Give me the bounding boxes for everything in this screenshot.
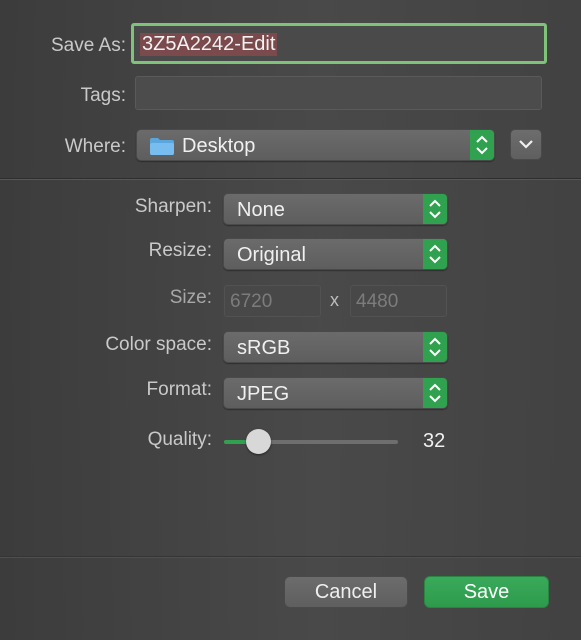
format-popup[interactable]: JPEG	[223, 377, 448, 409]
size-height-field: 4480	[350, 285, 447, 317]
resize-popup[interactable]: Original	[223, 238, 448, 270]
chevron-down-icon	[519, 140, 533, 149]
tags-field[interactable]	[135, 76, 542, 110]
size-width-field: 6720	[224, 285, 321, 317]
where-label: Where:	[64, 136, 126, 157]
resize-stepper-icon	[423, 239, 447, 269]
save-as-label: Save As:	[51, 35, 126, 56]
format-stepper-icon	[423, 378, 447, 408]
resize-value: Original	[237, 244, 306, 266]
sharpen-label: Sharpen:	[134, 196, 212, 217]
size-label: Size:	[169, 287, 212, 308]
save-as-field[interactable]: 3Z5A2242-Edit	[131, 23, 547, 64]
where-popup[interactable]: Desktop	[136, 129, 495, 161]
format-value: JPEG	[237, 383, 290, 405]
cancel-button[interactable]: Cancel	[284, 576, 408, 608]
quality-value: 32	[423, 430, 446, 452]
color-space-stepper-icon	[423, 332, 447, 362]
color-space-value: sRGB	[237, 337, 291, 359]
save-as-value: 3Z5A2242-Edit	[140, 33, 278, 56]
sharpen-stepper-icon	[423, 194, 447, 224]
expand-button[interactable]	[510, 129, 542, 160]
sharpen-popup[interactable]: None	[223, 193, 448, 225]
footer-divider	[0, 556, 581, 558]
size-width-value: 6720	[230, 291, 273, 312]
where-value: Desktop	[182, 135, 256, 157]
quality-label: Quality:	[147, 429, 212, 450]
resize-label: Resize:	[148, 240, 212, 261]
save-button[interactable]: Save	[424, 576, 549, 608]
color-space-popup[interactable]: sRGB	[223, 331, 448, 363]
save-dialog: Save As: 3Z5A2242-Edit Tags: Where: Desk…	[0, 0, 581, 640]
format-label: Format:	[146, 379, 212, 400]
size-separator: x	[330, 290, 339, 310]
sharpen-value: None	[237, 199, 285, 221]
tags-label: Tags:	[80, 85, 126, 106]
quality-slider[interactable]	[224, 428, 398, 456]
folder-icon	[149, 136, 175, 162]
size-height-value: 4480	[356, 291, 399, 312]
section-divider	[0, 178, 581, 180]
color-space-label: Color space:	[105, 334, 212, 355]
where-stepper-icon	[470, 130, 494, 160]
quality-slider-knob[interactable]	[245, 429, 271, 454]
